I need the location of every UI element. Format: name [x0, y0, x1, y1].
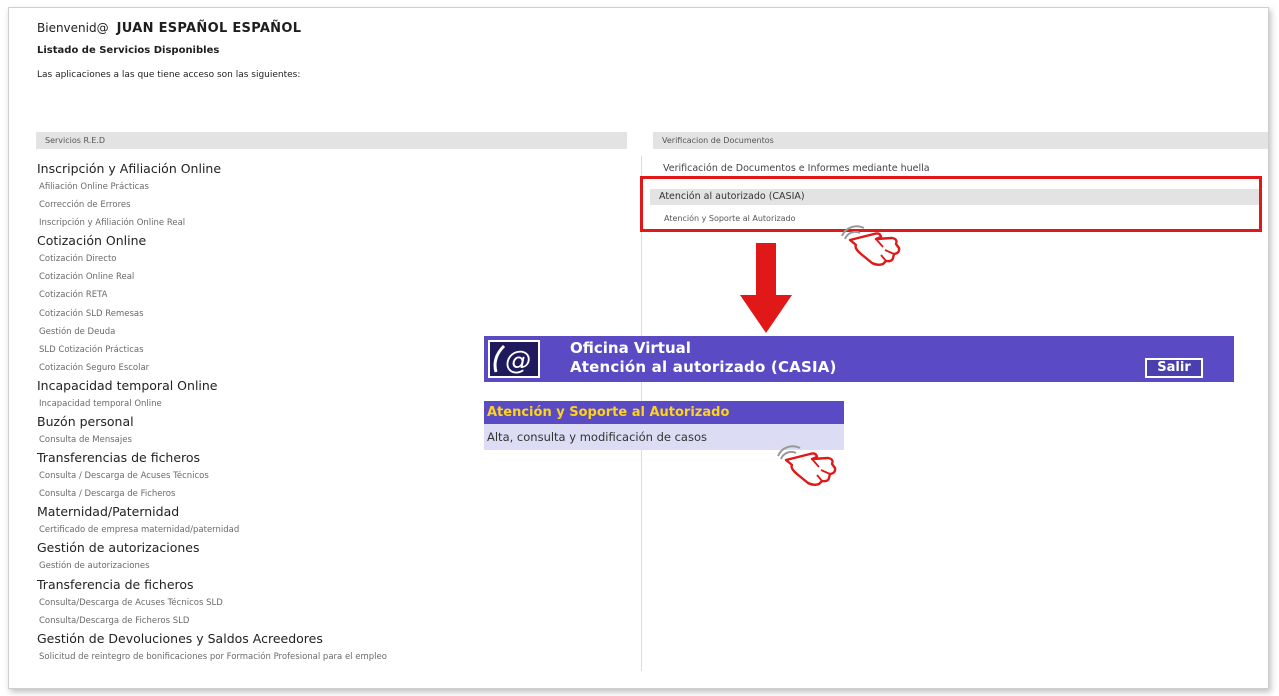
user-name: JUAN ESPAÑOL ESPAÑOL — [116, 21, 302, 36]
down-arrow-icon — [740, 243, 792, 333]
service-link[interactable]: Cotización Directo — [37, 250, 387, 268]
soporte-section-title: Atención y Soporte al Autorizado — [484, 401, 844, 424]
service-link[interactable]: Gestión de autorizaciones — [37, 557, 387, 575]
service-link[interactable]: Cotización Seguro Escolar — [37, 359, 387, 377]
welcome-line: Bienvenid@ JUAN ESPAÑOL ESPAÑOL — [37, 21, 301, 36]
apps-intro: Las aplicaciones a las que tiene acceso … — [37, 70, 301, 80]
email-at-logo-icon: @ — [488, 340, 540, 378]
service-link[interactable]: Cotización Online Real — [37, 268, 387, 286]
service-link[interactable]: Gestión de Deuda — [37, 323, 387, 341]
listado-title: Listado de Servicios Disponibles — [37, 45, 220, 56]
oficina-virtual-title: Oficina Virtual — [570, 339, 691, 357]
service-link[interactable]: Certificado de empresa maternidad/patern… — [37, 521, 387, 539]
service-category-title: Gestión de autorizaciones — [37, 540, 200, 556]
service-link[interactable]: Cotización SLD Remesas — [37, 305, 387, 323]
service-category-title: Transferencia de ficheros — [37, 576, 194, 592]
service-link[interactable]: Inscripción y Afiliación Online Real — [37, 214, 387, 232]
oficina-virtual-subtitle: Atención al autorizado (CASIA) — [570, 358, 837, 376]
pointing-hand-icon — [777, 445, 837, 486]
service-link[interactable]: Consulta / Descarga de Ficheros — [37, 485, 387, 503]
service-link[interactable]: Solicitud de reintegro de bonificaciones… — [37, 648, 387, 666]
service-category-title: Cotización Online — [37, 233, 147, 249]
service-link[interactable]: Consulta / Descarga de Acuses Técnicos — [37, 467, 387, 485]
casia-support-link[interactable]: Atención y Soporte al Autorizado — [664, 214, 796, 223]
services-list: Inscripción y Afiliación Online Afiliació… — [37, 160, 387, 666]
service-category-title: Maternidad/Paternidad — [37, 504, 180, 520]
service-category-title: Incapacidad temporal Online — [37, 377, 218, 393]
service-category-title: Gestión de Devoluciones y Saldos Acreedo… — [37, 630, 323, 646]
pointing-hand-icon — [841, 225, 901, 266]
welcome-prefix: Bienvenid@ — [37, 21, 109, 35]
service-link[interactable]: SLD Cotización Prácticas — [37, 341, 387, 359]
service-link[interactable]: Corrección de Errores — [37, 196, 387, 214]
service-link[interactable]: Consulta/Descarga de Acuses Técnicos SLD — [37, 594, 387, 612]
casia-header: Atención al autorizado (CASIA) — [650, 189, 1259, 205]
oficina-virtual-banner: @ Oficina Virtual Atención al autorizado… — [484, 336, 1234, 382]
service-link[interactable]: Cotización RETA — [37, 286, 387, 304]
service-link[interactable]: Afiliación Online Prácticas — [37, 178, 387, 196]
svg-text:@: @ — [505, 346, 531, 376]
services-red-header: Servicios R.E.D — [36, 132, 627, 149]
service-link[interactable]: Consulta/Descarga de Ficheros SLD — [37, 612, 387, 630]
service-category-title: Buzón personal — [37, 414, 134, 430]
verification-link[interactable]: Verificación de Documentos e Informes me… — [663, 163, 930, 174]
salir-button[interactable]: Salir — [1145, 358, 1203, 378]
service-link[interactable]: Incapacidad temporal Online — [37, 395, 387, 413]
service-category-title: Inscripción y Afiliación Online — [37, 161, 222, 176]
service-category-title: Transferencias de ficheros — [37, 450, 201, 466]
service-link[interactable]: Consulta de Mensajes — [37, 431, 387, 449]
verification-header: Verificacion de Documentos — [653, 132, 1268, 149]
